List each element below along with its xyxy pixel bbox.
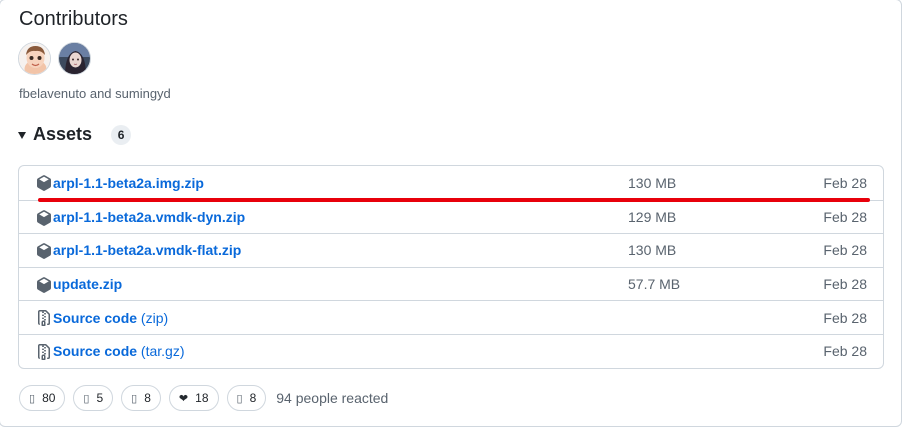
- package-icon: [37, 243, 51, 260]
- asset-row: arpl-1.1-beta2a.img.zip 130 MB Feb 28: [19, 166, 883, 200]
- asset-size: 129 MB: [628, 208, 677, 225]
- reactions-summary: 94 people reacted: [276, 390, 389, 406]
- asset-row: Source code (zip) Feb 28: [19, 300, 883, 334]
- source-code-ext: (zip): [140, 309, 169, 326]
- avatar-sumingyd[interactable]: [58, 42, 91, 75]
- reaction-count: 80: [42, 391, 56, 405]
- assets-count-badge: 6: [111, 124, 132, 145]
- asset-date: Feb 28: [823, 276, 867, 293]
- assets-title: Assets: [33, 124, 93, 144]
- asset-row: update.zip 57.7 MB Feb 28: [19, 266, 883, 301]
- asset-link[interactable]: update.zip: [53, 276, 122, 292]
- asset-link[interactable]: arpl-1.1-beta2a.vmdk-flat.zip: [53, 242, 241, 258]
- reaction-count: 8: [144, 391, 151, 405]
- asset-list: arpl-1.1-beta2a.img.zip 130 MB Feb 28 ar…: [18, 165, 884, 369]
- asset-row: Source code (tar.gz) Feb 28: [19, 333, 883, 368]
- asset-date: Feb 28: [823, 174, 867, 191]
- asset-date: Feb 28: [823, 208, 867, 225]
- asset-link[interactable]: arpl-1.1-beta2a.img.zip: [53, 175, 204, 191]
- emoji-placeholder-icon: ▯: [131, 392, 138, 405]
- triangle-down-icon: [18, 132, 26, 139]
- asset-size: 57.7 MB: [628, 276, 681, 293]
- reaction-count: 8: [249, 391, 257, 405]
- asset-date: Feb 28: [823, 343, 867, 360]
- reactions-bar: ▯ 80 ▯ 5 ▯ 8 ❤ 18 ▯ 8 94 people reacted: [19, 385, 388, 411]
- package-icon: [37, 276, 51, 293]
- emoji-placeholder-icon: ▯: [236, 392, 243, 405]
- highlight-underline: [38, 198, 870, 202]
- asset-row: arpl-1.1-beta2a.vmdk-dyn.zip 129 MB Feb …: [19, 199, 883, 234]
- reaction-count: 18: [195, 391, 209, 405]
- asset-size: 130 MB: [628, 174, 677, 191]
- asset-link[interactable]: Source code (zip): [53, 310, 168, 326]
- contributor-avatars: [18, 42, 91, 75]
- source-code-label: Source code: [53, 309, 138, 326]
- asset-date: Feb 28: [823, 309, 867, 326]
- asset-row: arpl-1.1-beta2a.vmdk-flat.zip 130 MB Feb…: [19, 233, 883, 267]
- assets-toggle[interactable]: Assets 6: [18, 124, 132, 145]
- package-icon: [37, 175, 51, 191]
- avatar-fbelavenuto[interactable]: [18, 42, 51, 75]
- reaction-button[interactable]: ❤ 18: [168, 385, 219, 411]
- reaction-button[interactable]: ▯ 8: [226, 385, 267, 411]
- file-zip-icon: [38, 343, 50, 360]
- asset-size: 130 MB: [628, 242, 677, 259]
- reaction-count: 5: [96, 391, 104, 405]
- reaction-button[interactable]: ▯ 80: [19, 385, 66, 411]
- asset-link[interactable]: Source code (tar.gz): [53, 343, 185, 359]
- source-code-label: Source code: [53, 343, 138, 360]
- asset-link[interactable]: arpl-1.1-beta2a.vmdk-dyn.zip: [53, 209, 245, 225]
- emoji-placeholder-icon: ▯: [83, 392, 90, 405]
- emoji-placeholder-icon: ▯: [29, 392, 36, 405]
- file-zip-icon: [38, 310, 50, 327]
- contributors-title: Contributors: [19, 8, 128, 30]
- heart-icon: ❤: [178, 392, 189, 405]
- contributor-names: fbelavenuto and sumingyd: [19, 86, 171, 101]
- reaction-button[interactable]: ▯ 8: [121, 385, 161, 411]
- source-code-ext: (tar.gz): [140, 343, 185, 360]
- package-icon: [37, 209, 51, 226]
- asset-date: Feb 28: [823, 242, 867, 259]
- reaction-button[interactable]: ▯ 5: [73, 385, 114, 411]
